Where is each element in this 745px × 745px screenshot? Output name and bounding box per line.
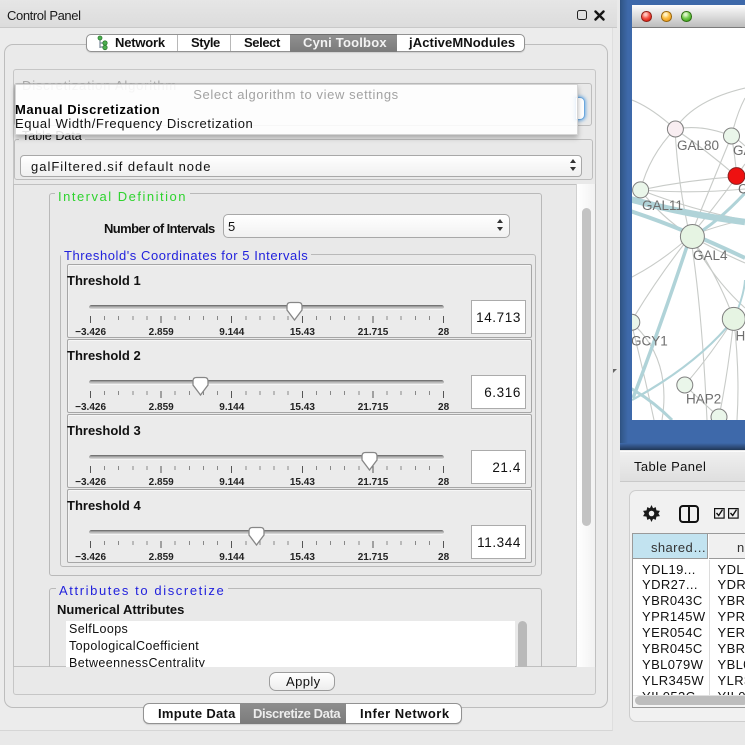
svg-text:GAL11: GAL11 [642,198,683,213]
svg-text:GAL80: GAL80 [677,138,719,153]
svg-text:H: H [736,329,745,344]
svg-text:GAL4: GAL4 [693,248,728,263]
svg-text:C: C [738,182,745,197]
svg-text:HAP2: HAP2 [686,391,721,406]
svg-text:GA: GA [733,143,745,158]
svg-text:GCY1: GCY1 [632,334,668,349]
